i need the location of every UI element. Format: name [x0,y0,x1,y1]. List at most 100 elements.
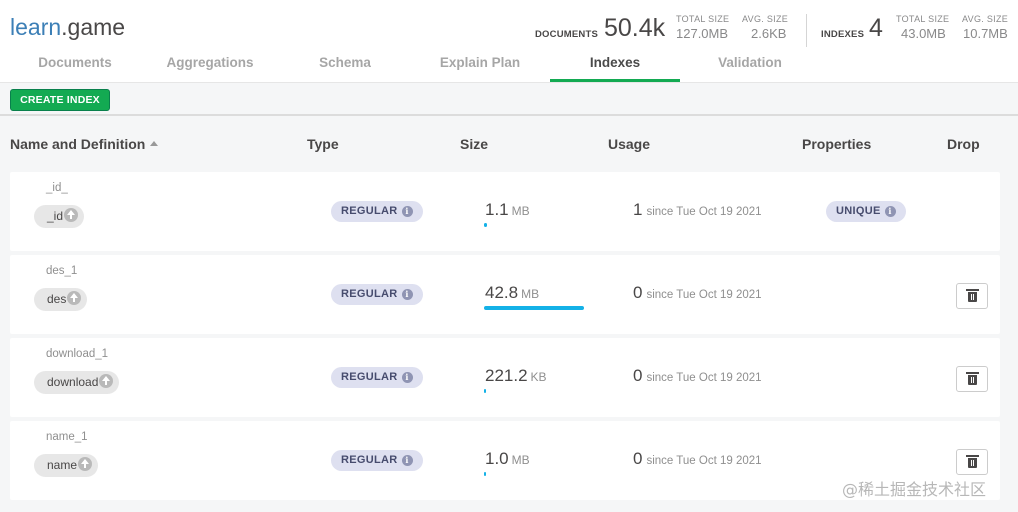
index-row: _id_ _id REGULAR i 1.1 MB 1 since Tue Oct 1… [10,172,1000,251]
index-size: 1.1 MB [485,200,530,220]
indexes-total-size-label: TOTAL SIZE [896,14,950,24]
tab-indexes[interactable]: Indexes [550,50,680,82]
indexes-total-size: 43.0MB [901,26,946,41]
stats-divider [806,14,807,47]
indexes-count: 4 [869,14,883,42]
index-size-value: 42.8 [485,283,519,302]
documents-total-size: 127.0MB [676,26,729,41]
database-name[interactable]: learn [10,14,61,40]
index-size-bar [484,472,486,476]
tab-validation[interactable]: Validation [675,50,825,82]
documents-label: DOCUMENTS [535,29,599,40]
index-size-value: 1.1 [485,200,509,219]
index-usage-count: 0 [633,366,643,385]
indexes-table-header: Name and Definition Type Size Usage Prop… [0,118,1018,168]
index-usage-count: 0 [633,449,643,468]
documents-total-size-label: TOTAL SIZE [676,14,730,24]
index-usage: 0 since Tue Oct 19 2021 [633,366,762,386]
index-field-name: _id [47,209,64,223]
index-name: download_1 [46,348,109,360]
index-usage-count: 1 [633,200,643,219]
info-icon[interactable]: i [401,206,413,217]
indexes-avg-size: 10.7MB [963,26,1008,41]
tab-schema[interactable]: Schema [270,50,420,82]
watermark: @稀土掘金技术社区 [842,480,987,499]
drop-index-button[interactable] [956,449,988,475]
index-field-name: download [47,375,99,389]
index-size-unit: KB [530,370,547,384]
sort-ascending-icon[interactable] [150,141,159,146]
index-usage-since: since Tue Oct 19 2021 [646,455,762,467]
arrow-up-circle-icon [78,457,93,471]
tab-explain-plan[interactable]: Explain Plan [405,50,555,82]
index-type-label: REGULAR [341,288,398,300]
index-size-bar [484,306,584,310]
index-usage-since: since Tue Oct 19 2021 [646,206,762,218]
indexes-avg-size-label: AVG. SIZE [962,14,1009,24]
index-name: des_1 [46,265,78,277]
index-size-unit: MB [511,204,530,218]
index-size: 221.2 KB [485,366,547,386]
documents-avg-size: 2.6KB [751,26,787,41]
trash-icon [966,372,979,385]
info-icon[interactable]: i [884,206,896,217]
index-usage-count: 0 [633,283,643,302]
namespace-title: learn.game [10,14,125,41]
index-type-badge[interactable]: REGULAR i [331,201,423,222]
drop-index-button[interactable] [956,283,988,309]
column-header-drop: Drop [947,136,980,152]
documents-avg-size-label: AVG. SIZE [742,14,789,24]
index-usage: 0 since Tue Oct 19 2021 [633,283,762,303]
index-type-badge[interactable]: REGULAR i [331,367,423,388]
column-header-name-label: Name and Definition [10,136,146,152]
index-field-pill: des [34,288,88,311]
create-index-button[interactable]: CREATE INDEX [10,89,110,111]
index-name: _id_ [46,182,68,194]
index-property-label: UNIQUE [836,205,881,217]
drop-index-button[interactable] [956,366,988,392]
index-size: 42.8 MB [485,283,539,303]
index-size: 1.0 MB [485,449,530,469]
index-size-bar [484,389,486,393]
index-field-name: name [47,458,78,472]
info-icon[interactable]: i [401,372,413,383]
index-size-value: 1.0 [485,449,509,468]
tab-documents[interactable]: Documents [0,50,150,82]
indexes-label: INDEXES [821,29,865,40]
column-header-usage[interactable]: Usage [608,136,650,152]
index-field-pill: download [34,371,120,394]
column-header-type[interactable]: Type [307,136,339,152]
index-usage: 1 since Tue Oct 19 2021 [633,200,762,220]
index-type-label: REGULAR [341,371,398,383]
tab-aggregations[interactable]: Aggregations [135,50,285,82]
collection-tabs: Documents Aggregations Schema Explain Pl… [0,50,1018,82]
arrow-up-circle-icon [67,291,82,305]
arrow-up-circle-icon [99,374,114,388]
collection-header: learn.game DOCUMENTS 50.4k TOTAL SIZE 12… [0,0,1018,82]
index-field-pill: _id [34,205,85,228]
trash-icon [966,289,979,302]
index-usage: 0 since Tue Oct 19 2021 [633,449,762,469]
index-field-name: des [47,292,67,306]
index-name: name_1 [46,431,88,443]
column-header-properties[interactable]: Properties [802,136,871,152]
info-icon[interactable]: i [401,289,413,300]
index-type-label: REGULAR [341,454,398,466]
index-type-badge[interactable]: REGULAR i [331,284,423,305]
index-row: download_1 download REGULAR i 221.2 KB 0 si… [10,338,1000,417]
documents-count: 50.4k [604,14,666,42]
index-property-badge[interactable]: UNIQUE i [826,201,906,222]
index-type-badge[interactable]: REGULAR i [331,450,423,471]
column-header-size[interactable]: Size [460,136,488,152]
index-size-bar [484,223,487,227]
column-header-name[interactable]: Name and Definition [10,136,159,152]
index-field-pill: name [34,454,99,477]
trash-icon [966,455,979,468]
index-type-label: REGULAR [341,205,398,217]
info-icon[interactable]: i [401,455,413,466]
index-usage-since: since Tue Oct 19 2021 [646,289,762,301]
index-size-value: 221.2 [485,366,528,385]
index-row: des_1 des REGULAR i 42.8 MB 0 since Tue Oct… [10,255,1000,334]
index-size-unit: MB [521,287,540,301]
index-size-unit: MB [511,453,530,467]
